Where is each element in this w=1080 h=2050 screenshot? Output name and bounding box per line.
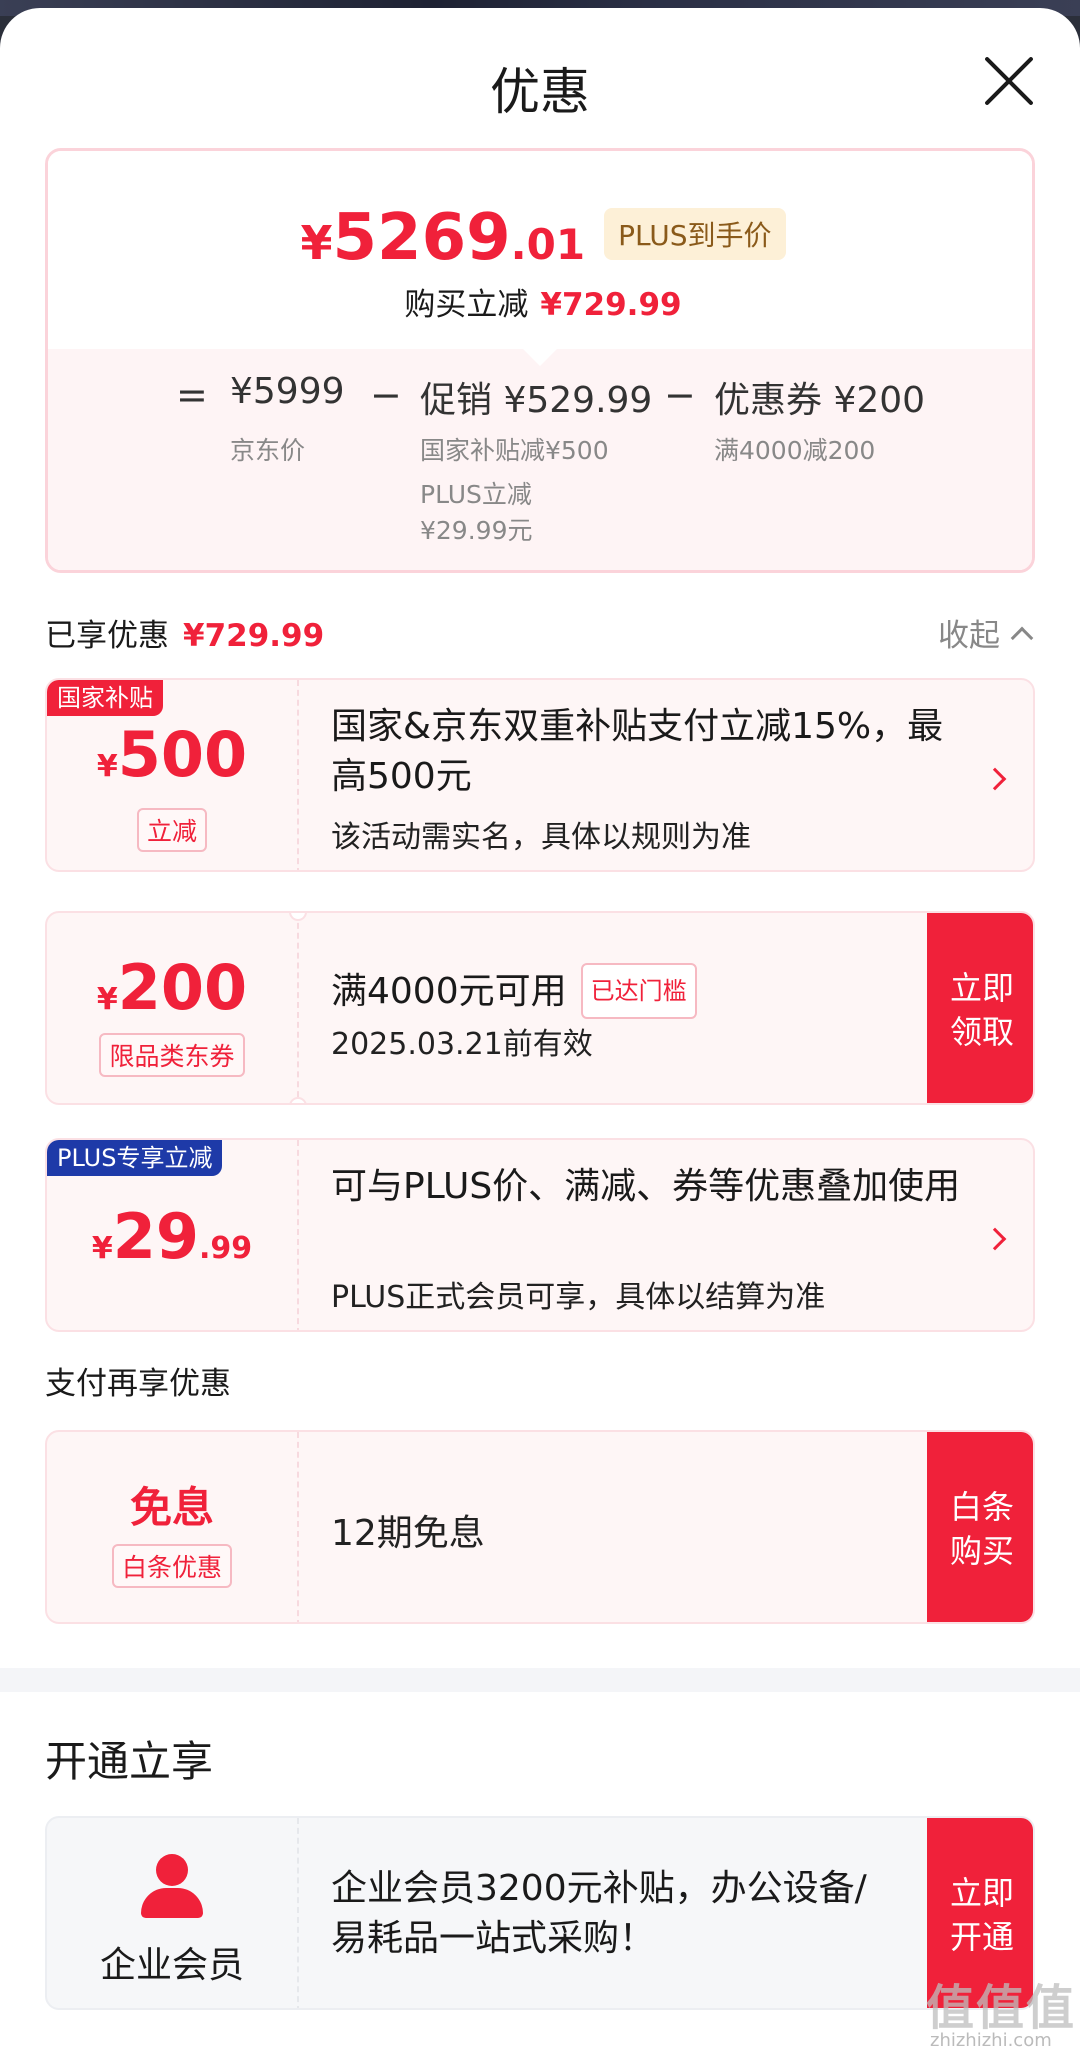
equals-sign: =	[176, 373, 208, 417]
currency-symbol: ¥	[91, 1231, 113, 1266]
card-divider	[297, 1140, 299, 1330]
sheet-title: 优惠	[490, 63, 590, 121]
interest-free-title: 免息	[129, 1483, 214, 1532]
open-section-title: 开通立享	[45, 1737, 214, 1786]
plus-tag: PLUS专享立减	[47, 1140, 223, 1176]
card-divider	[297, 680, 299, 870]
coupon-notch	[289, 913, 307, 921]
promo-detail-subsidy: 国家补贴减¥500	[420, 436, 609, 465]
jd-price-label: 京东价	[230, 436, 306, 465]
baitiao-label-1: 白条	[949, 1488, 1014, 1526]
open-label-1: 立即	[949, 1874, 1014, 1912]
subsidy-card[interactable]: 国家补贴 ¥500 立减 国家&京东双重补贴支付立减15%，最高500元 该活动…	[45, 678, 1035, 872]
discount-sheet: 优惠 ¥5269.01 PLUS到手价 购买立减 ¥729.99 = ¥5999 …	[0, 8, 1080, 2050]
plus-subtitle: PLUS正式会员可享，具体以结算为准	[331, 1280, 826, 1315]
claim-label-2: 领取	[949, 1013, 1014, 1051]
save-amount: ¥729.99	[540, 287, 682, 323]
baitiao-pill-text: 白条优惠	[111, 1544, 232, 1588]
coupon-value: 200	[117, 951, 248, 1024]
promo-amount: ¥529.99	[503, 380, 653, 421]
save-label: 购买立减	[404, 287, 529, 323]
plus-value: 29	[112, 1200, 199, 1273]
subsidy-pill-text: 立减	[136, 808, 207, 852]
coupon-notch	[289, 1097, 307, 1103]
price-symbol: ¥	[300, 216, 333, 270]
collapse-button[interactable]: 收起	[938, 610, 1000, 655]
price-decimal: .01	[510, 220, 586, 269]
coupon-value: 优惠券 ¥200	[714, 371, 925, 423]
baitiao-label-2: 购买	[949, 1532, 1014, 1570]
section-gap	[0, 1668, 1080, 1692]
coupon-title-row: 满4000元可用 已达门槛	[331, 963, 971, 1019]
coupon-label: 优惠券	[714, 380, 823, 421]
watermark-logo: 值值值	[926, 1980, 1077, 2036]
currency-symbol: ¥	[96, 982, 118, 1017]
pay-section-label: 支付再享优惠	[45, 1366, 231, 1402]
subsidy-tag: 国家补贴	[47, 680, 163, 716]
price-integer: 5269	[332, 201, 511, 275]
claim-label-1: 立即	[949, 969, 1014, 1007]
subsidy-pill: 立减	[47, 808, 297, 852]
coupon-pill: 限品类东券	[47, 1033, 297, 1077]
coupon-validity: 2025.03.21前有效	[331, 1027, 593, 1062]
plus-card[interactable]: PLUS专享立减 ¥29.99 可与PLUS价、满减、券等优惠叠加使用 PLUS…	[45, 1138, 1035, 1332]
chevron-up-icon[interactable]	[1010, 626, 1034, 650]
card-divider	[297, 1818, 299, 2008]
final-price-block: ¥5269.01 PLUS到手价 购买立减 ¥729.99	[48, 151, 1032, 351]
subsidy-subtitle: 该活动需实名，具体以规则为准	[331, 820, 751, 855]
enjoyed-amount: ¥729.99	[183, 618, 325, 654]
card-divider	[297, 913, 299, 1103]
subsidy-title: 国家&京东双重补贴支付立减15%，最高500元	[331, 706, 944, 797]
subsidy-amount: ¥500	[47, 718, 297, 791]
coupon-detail: 满4000减200	[714, 436, 876, 465]
card-divider	[297, 1432, 299, 1622]
plus-title: 可与PLUS价、满减、券等优惠叠加使用	[331, 1166, 961, 1207]
enterprise-card: 企业会员 企业会员3200元补贴，办公设备/易耗品一站式采购！ 立即 开通	[45, 1816, 1035, 2010]
promo-label: 促销	[420, 380, 493, 421]
coupon-amount: ¥200	[47, 951, 297, 1024]
baitiao-card: 免息 白条优惠 12期免息 白条 购买	[45, 1430, 1035, 1624]
chevron-right-icon[interactable]	[983, 767, 1007, 791]
price-summary: ¥5269.01 PLUS到手价 购买立减 ¥729.99 = ¥5999 京东价…	[45, 148, 1035, 573]
minus-sign: −	[370, 373, 402, 417]
plus-decimal: .99	[199, 1231, 253, 1266]
coupon-amount: ¥200	[833, 380, 926, 421]
user-icon	[137, 1854, 207, 1920]
promo-value: 促销 ¥529.99	[420, 371, 652, 423]
minus-sign: −	[664, 373, 696, 417]
installment-desc: 12期免息	[331, 1513, 485, 1554]
enjoyed-discount: 已享优惠 ¥729.99	[45, 610, 324, 655]
threshold-reached-badge: 已达门槛	[580, 963, 697, 1019]
currency-symbol: ¥	[96, 749, 118, 784]
subsidy-value: 500	[117, 718, 248, 791]
coupon-title: 满4000元可用	[331, 971, 567, 1012]
plus-price-tag: PLUS到手价	[604, 208, 786, 260]
watermark-url: zhizhizhi.com	[930, 2030, 1052, 2050]
jd-price: ¥5999	[230, 371, 345, 412]
final-price: ¥5269.01 PLUS到手价	[48, 201, 1032, 275]
enterprise-desc: 企业会员3200元补贴，办公设备/易耗品一站式采购！	[331, 1868, 867, 1959]
total-saving: 购买立减 ¥729.99	[48, 279, 1032, 324]
enjoyed-label: 已享优惠	[45, 618, 169, 654]
enterprise-label: 企业会员	[99, 1945, 244, 1986]
claim-coupon-button[interactable]: 立即 领取	[927, 913, 1033, 1103]
open-label-2: 开通	[949, 1918, 1014, 1956]
promo-detail-plus: PLUS立减	[420, 480, 532, 509]
coupon-card: ¥200 限品类东券 满4000元可用 已达门槛 2025.03.21前有效 立即…	[45, 911, 1035, 1105]
baitiao-buy-button[interactable]: 白条 购买	[927, 1432, 1033, 1622]
coupon-pill-text: 限品类东券	[99, 1033, 245, 1077]
plus-amount: ¥29.99	[47, 1200, 297, 1273]
baitiao-pill: 白条优惠	[47, 1544, 297, 1588]
chevron-right-icon[interactable]	[983, 1227, 1007, 1251]
promo-detail-plus-amount: ¥29.99元	[420, 516, 533, 545]
close-icon[interactable]	[982, 54, 1036, 108]
